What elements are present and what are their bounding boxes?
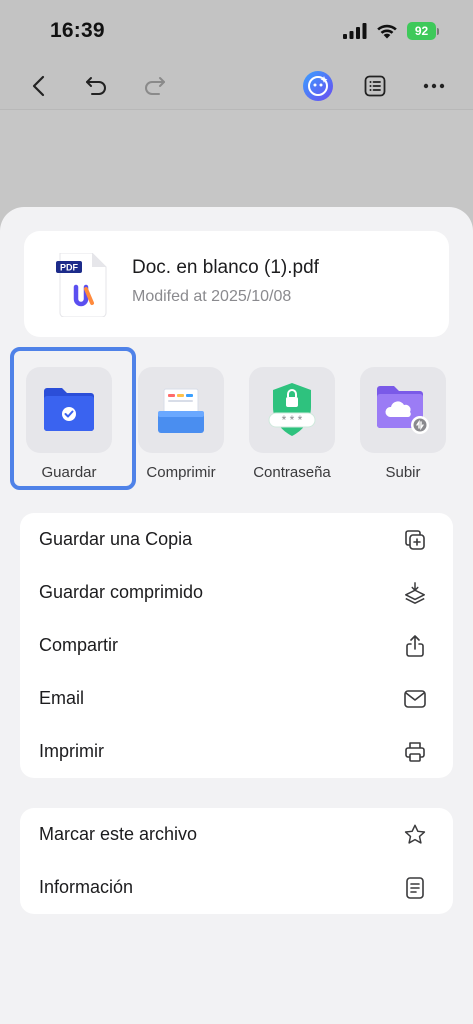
dimmed-document-area[interactable] (0, 110, 473, 210)
printer-icon (403, 740, 427, 764)
file-name: Doc. en blanco (1).pdf (132, 257, 319, 278)
menu-item-save-copy[interactable]: Guardar una Copia (20, 513, 453, 566)
share-sheet: PDF Doc. en blanco (1).pdf Modifed at 20… (0, 207, 473, 1024)
action-password-tile[interactable]: * * * (249, 367, 335, 453)
more-icon (423, 83, 445, 89)
chevron-left-icon (32, 75, 45, 97)
menu-item-label: Guardar una Copia (39, 529, 193, 549)
action-upload-label: Subir (385, 464, 421, 481)
mail-icon (403, 687, 427, 711)
action-upload-tile[interactable] (360, 367, 446, 453)
ai-assistant-button[interactable] (300, 68, 336, 104)
selected-action-highlight (10, 347, 136, 490)
menu-group-secondary: Marcar este archivo Información (20, 808, 453, 914)
menu-item-label: Guardar comprimido (39, 582, 204, 602)
wifi-icon (377, 24, 397, 39)
action-password-label: Contraseña (253, 464, 331, 481)
menu-item-label: Compartir (39, 635, 119, 655)
compress-layers-icon (403, 581, 427, 605)
menu-item-label: Marcar este archivo (39, 824, 198, 844)
status-bar: 16:39 92 (0, 0, 473, 62)
battery-indicator: 92 (407, 22, 439, 40)
document-toolbar (0, 62, 473, 110)
menu-item-information[interactable]: Información (20, 861, 453, 914)
undo-icon (86, 77, 106, 95)
action-compress-label: Comprimir (146, 464, 216, 481)
info-document-icon (403, 876, 427, 900)
menu-item-save-compressed[interactable]: Guardar comprimido (20, 566, 453, 619)
redo-icon (145, 77, 165, 95)
undo-button[interactable] (78, 68, 114, 104)
file-card: PDF Doc. en blanco (1).pdf Modifed at 20… (24, 231, 449, 337)
list-icon (364, 75, 386, 97)
file-modified-date: Modifed at 2025/10/08 (132, 288, 292, 305)
pdf-badge: PDF (60, 263, 79, 273)
back-button[interactable] (21, 68, 57, 104)
menu-item-email[interactable]: Email (20, 672, 453, 725)
menu-item-label: Email (39, 688, 85, 708)
signal-icon (343, 23, 367, 39)
compress-icon (158, 388, 204, 433)
share-icon (403, 634, 427, 658)
svg-text:* * *: * * * (282, 413, 303, 427)
pdf-file-icon: PDF (56, 253, 107, 317)
menu-group-primary: Guardar una Copia Guardar comprimido Com… (20, 513, 453, 778)
battery-level: 92 (407, 22, 436, 40)
action-password[interactable]: * * * Contraseña (242, 367, 342, 487)
status-time: 16:39 (50, 19, 105, 42)
password-shield-icon: * * * (268, 383, 316, 436)
more-button[interactable] (416, 68, 452, 104)
menu-item-label: Imprimir (39, 741, 104, 761)
ai-assistant-icon (303, 71, 333, 101)
menu-item-label: Información (39, 877, 134, 897)
cloud-upload-folder-icon (377, 386, 429, 434)
battery-tip (437, 27, 439, 35)
action-compress-tile[interactable] (138, 367, 224, 453)
menu-item-bookmark-file[interactable]: Marcar este archivo (20, 808, 453, 861)
star-icon (403, 823, 427, 847)
outline-button[interactable] (357, 68, 393, 104)
redo-button[interactable] (137, 68, 173, 104)
status-icons: 92 (343, 22, 439, 40)
menu-item-share[interactable]: Compartir (20, 619, 453, 672)
copy-add-icon (403, 528, 427, 552)
action-compress[interactable]: Comprimir (131, 367, 231, 487)
action-upload[interactable]: Subir (353, 367, 453, 487)
menu-item-print[interactable]: Imprimir (20, 725, 453, 778)
